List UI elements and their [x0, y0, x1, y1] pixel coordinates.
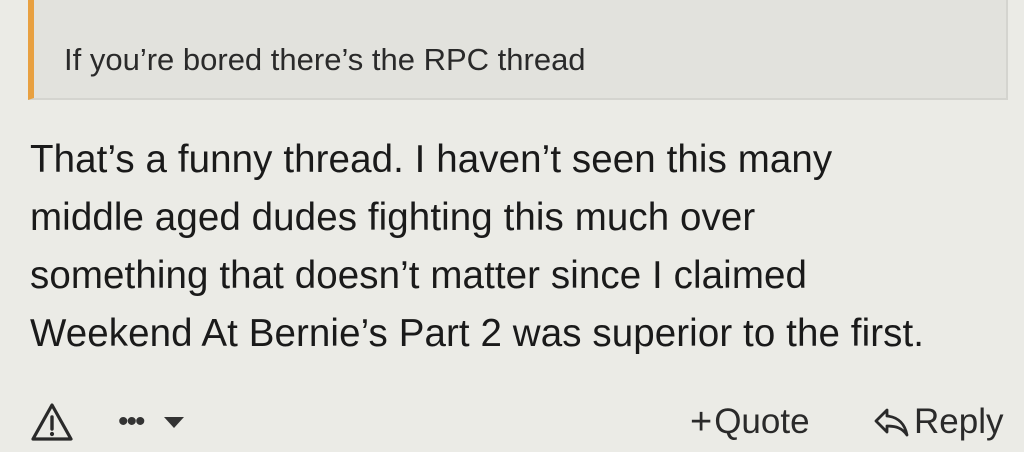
quote-button-label: Quote [714, 402, 810, 441]
post-text-line: middle aged dudes fighting this much ove… [30, 196, 756, 239]
plus-icon: + [690, 401, 713, 443]
post-text-line: Weekend At Bernie’s Part 2 was superior … [30, 312, 925, 355]
quoted-message[interactable]: If you’re bored there’s the RPC thread [28, 0, 1008, 100]
more-options-button[interactable]: ••• [118, 405, 190, 438]
reply-arrow-icon [874, 408, 909, 437]
post-body: That’s a funny thread. I haven’t seen th… [30, 131, 1010, 363]
report-button[interactable] [30, 402, 74, 442]
chevron-down-icon [164, 417, 184, 428]
warning-triangle-icon [31, 403, 73, 441]
reply-button-label: Reply [914, 402, 1004, 441]
ellipsis-icon: ••• [118, 405, 145, 438]
post-text-line: something that doesn’t matter since I cl… [30, 254, 808, 297]
quoted-message-text: If you’re bored there’s the RPC thread [64, 42, 586, 77]
reply-button[interactable]: Reply [872, 400, 1003, 444]
quote-button[interactable]: + Quote [690, 400, 810, 444]
post-action-bar: ••• + Quote Reply [0, 392, 1024, 452]
post-text-line: That’s a funny thread. I haven’t seen th… [30, 138, 833, 181]
